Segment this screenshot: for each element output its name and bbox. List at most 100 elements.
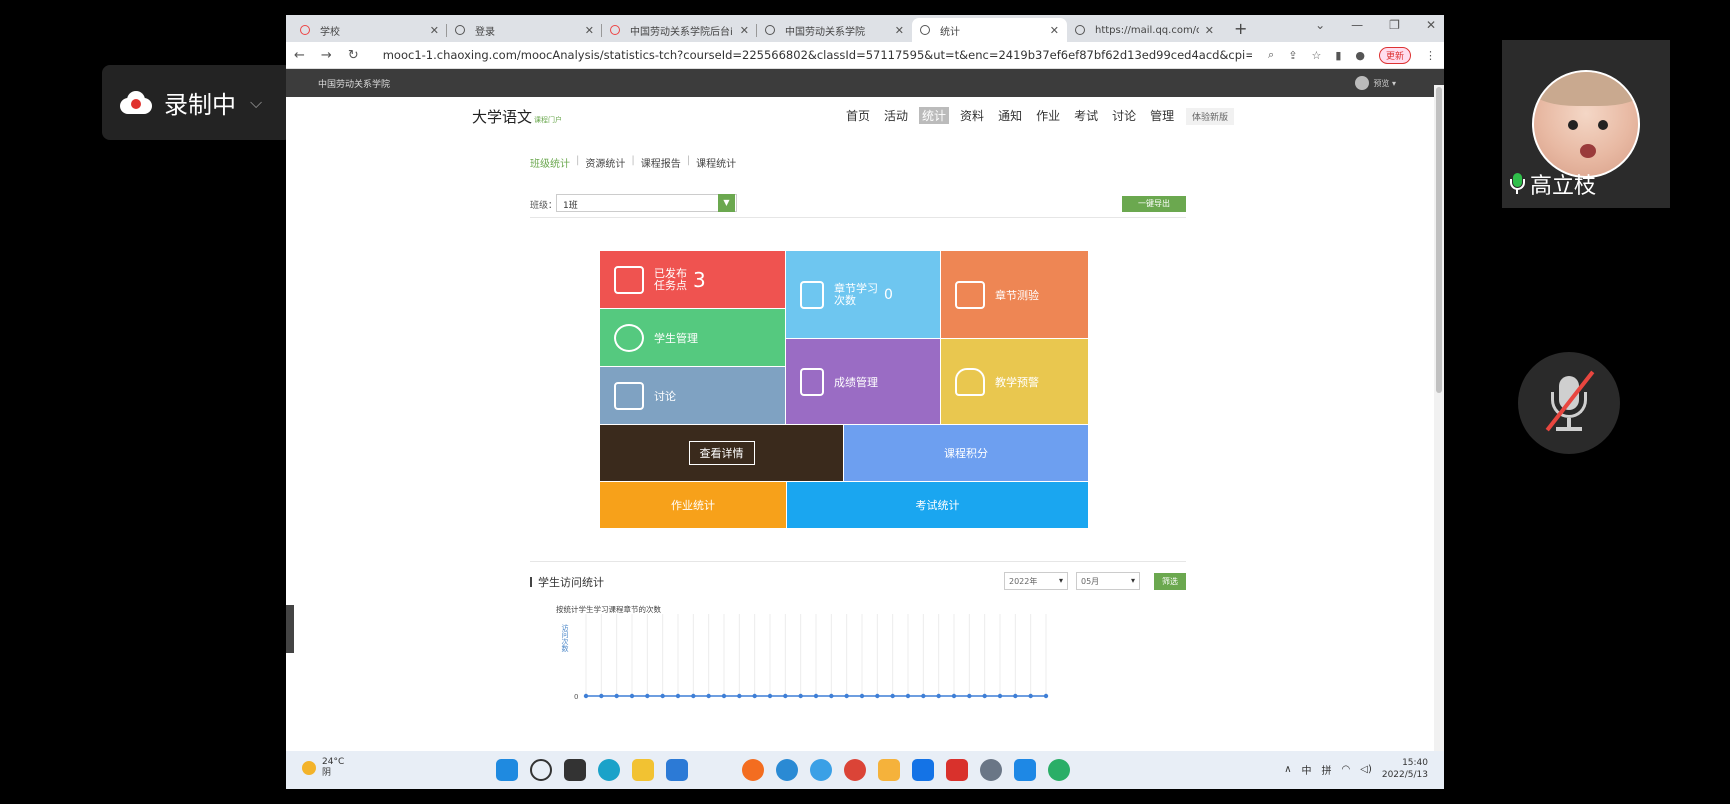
data-point[interactable] <box>1043 693 1049 699</box>
app-icon[interactable] <box>912 759 934 781</box>
data-point[interactable] <box>721 693 727 699</box>
weather-widget[interactable]: 24°C 阴 <box>302 757 344 779</box>
tile-exam-stats[interactable]: 考试统计 <box>787 482 1088 528</box>
data-point[interactable] <box>614 693 619 699</box>
tab-5-active[interactable]: 统计 ✕ <box>912 18 1067 42</box>
user-menu[interactable]: 预览 ▾ <box>1355 76 1396 90</box>
chevron-up-icon[interactable]: ∧ <box>1284 764 1291 775</box>
star-icon[interactable]: ☆ <box>1311 49 1321 62</box>
data-point[interactable] <box>844 693 849 699</box>
recording-indicator[interactable]: 录制中 ⌵ <box>102 65 292 140</box>
close-icon[interactable]: ✕ <box>430 24 439 37</box>
data-point[interactable] <box>982 693 987 699</box>
data-point[interactable] <box>951 693 957 699</box>
url-field[interactable]: mooc1-1.chaoxing.com/moocAnalysis/statis… <box>375 48 1252 62</box>
data-point[interactable] <box>875 693 880 699</box>
data-point[interactable] <box>706 693 711 699</box>
tile-course-points[interactable]: 课程积分 <box>844 425 1088 481</box>
data-point[interactable] <box>798 693 803 699</box>
data-point[interactable] <box>813 693 819 699</box>
close-icon[interactable]: ✕ <box>740 24 749 37</box>
subtab-course-stats[interactable]: 课程统计 <box>696 155 736 170</box>
file-explorer-icon[interactable] <box>632 759 654 781</box>
subtab-resource-stats[interactable]: 资源统计 <box>585 155 625 170</box>
settings-icon[interactable] <box>980 759 1002 781</box>
paint-icon[interactable] <box>878 759 900 781</box>
data-point[interactable] <box>737 693 742 699</box>
close-icon[interactable]: ✕ <box>585 24 594 37</box>
windows-start-icon[interactable] <box>496 759 518 781</box>
tile-chapter-test[interactable]: 章节测验 <box>941 251 1088 338</box>
ime-chinese[interactable]: 中 <box>1302 762 1312 777</box>
edge-icon[interactable] <box>598 759 620 781</box>
menu-statistics[interactable]: 统计 <box>919 107 950 124</box>
search-icon[interactable] <box>530 759 552 781</box>
export-button[interactable]: 一键导出 <box>1122 196 1186 212</box>
data-point[interactable] <box>997 693 1003 699</box>
zoom-icon[interactable]: ⌕ <box>1268 48 1274 62</box>
tile-chapter-learning[interactable]: 章节学习 次数 0 <box>786 251 940 338</box>
data-point[interactable] <box>599 693 604 699</box>
data-point[interactable] <box>645 693 650 699</box>
new-tab-button[interactable]: + <box>1222 19 1259 42</box>
tile-published-tasks[interactable]: 已发布 任务点 3 <box>600 251 785 308</box>
data-point[interactable] <box>752 693 757 699</box>
close-icon[interactable]: ✕ <box>1050 24 1059 37</box>
data-point[interactable] <box>629 693 635 699</box>
task-view-icon[interactable] <box>564 759 586 781</box>
reload-icon[interactable]: ↻ <box>348 48 359 63</box>
course-portal-link[interactable]: 课程门户 <box>534 116 562 124</box>
view-detail-button[interactable]: 查看详情 <box>688 441 755 465</box>
menu-homework[interactable]: 作业 <box>1033 107 1063 124</box>
filter-button[interactable]: 筛选 <box>1154 573 1186 590</box>
volume-icon[interactable]: ◁) <box>1360 764 1372 775</box>
data-point[interactable] <box>859 693 865 699</box>
clock[interactable]: 15:40 2022/5/13 <box>1382 757 1428 781</box>
menu-activity[interactable]: 活动 <box>881 107 911 124</box>
data-point[interactable] <box>660 693 665 699</box>
data-point[interactable] <box>691 693 696 699</box>
site-title[interactable]: 中国劳动关系学院 <box>318 77 390 90</box>
menu-home[interactable]: 首页 <box>843 107 873 124</box>
month-select[interactable]: 05月 <box>1076 572 1140 590</box>
data-point[interactable] <box>1028 693 1033 699</box>
data-point[interactable] <box>967 693 972 699</box>
profile-icon[interactable]: ● <box>1355 49 1365 62</box>
data-point[interactable] <box>767 693 773 699</box>
year-select[interactable]: 2022年 <box>1004 572 1068 590</box>
close-window-icon[interactable]: ✕ <box>1426 18 1436 32</box>
menu-notice[interactable]: 通知 <box>995 107 1025 124</box>
ime-pinyin[interactable]: 拼 <box>1322 762 1332 777</box>
tab-2[interactable]: 登录 ✕ <box>447 18 602 42</box>
participant-tile[interactable]: 高立枝 <box>1502 40 1670 208</box>
data-point[interactable] <box>936 693 941 699</box>
menu-manage[interactable]: 管理 <box>1147 107 1177 124</box>
tab-search-icon[interactable]: ⌄ <box>1315 18 1325 32</box>
restore-icon[interactable]: ❐ <box>1389 18 1400 32</box>
mute-button[interactable] <box>1518 352 1620 454</box>
close-icon[interactable]: ✕ <box>895 24 904 37</box>
data-point[interactable] <box>583 693 589 699</box>
tile-discussion[interactable]: 讨论 <box>600 367 785 424</box>
course-title[interactable]: 大学语文 <box>472 108 532 126</box>
scroll-thumb[interactable] <box>1436 87 1442 393</box>
update-button[interactable]: 更新 <box>1378 46 1411 64</box>
data-point[interactable] <box>890 693 895 699</box>
data-point[interactable] <box>921 693 926 699</box>
tile-student-management[interactable]: 学生管理 <box>600 309 785 366</box>
close-icon[interactable]: ✕ <box>1205 24 1214 37</box>
tab-1[interactable]: 学校 ✕ <box>292 18 447 42</box>
side-handle[interactable] <box>286 605 294 653</box>
data-point[interactable] <box>675 693 681 699</box>
subtab-class-stats[interactable]: 班级统计 <box>530 155 570 170</box>
ie-icon[interactable] <box>776 759 798 781</box>
forward-icon[interactable]: → <box>321 48 332 63</box>
data-point[interactable] <box>905 693 911 699</box>
tab-4[interactable]: 中国劳动关系学院 ✕ <box>757 18 912 42</box>
wechat-icon[interactable] <box>1048 759 1070 781</box>
menu-icon[interactable]: ⋮ <box>1425 49 1436 62</box>
menu-discussion[interactable]: 讨论 <box>1109 107 1139 124</box>
minimize-icon[interactable]: — <box>1351 18 1363 32</box>
data-point[interactable] <box>1013 693 1018 699</box>
tile-grade-management[interactable]: 成绩管理 <box>786 339 940 424</box>
